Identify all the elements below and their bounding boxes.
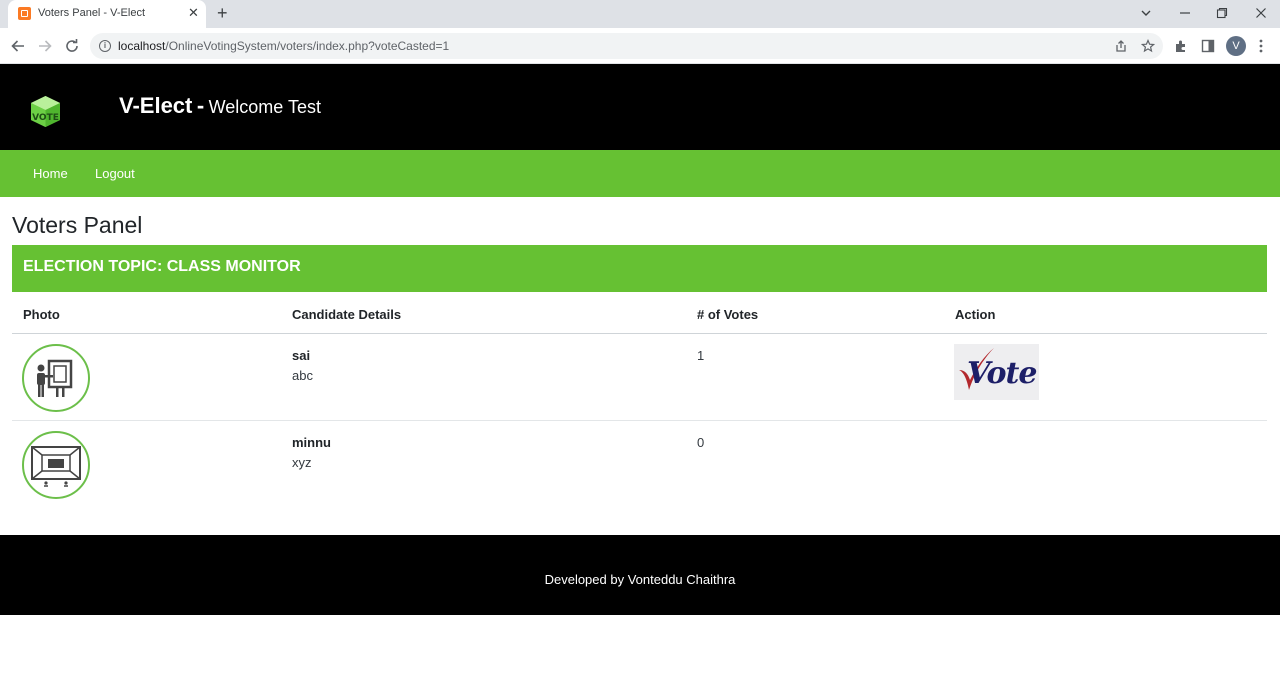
minimize-icon[interactable] xyxy=(1179,7,1191,19)
candidate-photo xyxy=(22,431,90,499)
tab-title: Voters Panel - V-Elect xyxy=(38,7,145,19)
brand-separator: - xyxy=(196,93,205,118)
main-nav: Home Logout xyxy=(0,150,1280,197)
header-votes: # of Votes xyxy=(697,307,759,322)
bookmark-star-icon[interactable] xyxy=(1141,39,1155,53)
brand-name: V-Elect xyxy=(119,93,193,118)
header-photo: Photo xyxy=(23,307,60,322)
nav-home-link[interactable]: Home xyxy=(33,166,68,181)
svg-text:VOTE: VOTE xyxy=(32,113,59,123)
presenter-icon xyxy=(37,359,73,397)
forward-icon[interactable] xyxy=(37,38,53,54)
address-bar[interactable]: i localhost/OnlineVotingSystem/voters/in… xyxy=(90,33,1163,59)
window-close-icon[interactable] xyxy=(1255,7,1267,19)
profile-avatar[interactable]: V xyxy=(1226,36,1246,56)
tab-search-icon[interactable] xyxy=(1140,7,1152,19)
url-text[interactable]: localhost/OnlineVotingSystem/voters/inde… xyxy=(118,39,449,53)
page-title: Voters Panel xyxy=(12,212,143,238)
footer-credit: Developed by Vonteddu Chaithra xyxy=(544,572,736,587)
site-info-icon[interactable]: i xyxy=(99,40,111,52)
vote-count: 1 xyxy=(697,348,705,363)
new-tab-button[interactable]: + xyxy=(217,3,228,23)
vote-logo-icon: VOTE xyxy=(31,96,60,127)
nav-logout-link[interactable]: Logout xyxy=(95,166,135,181)
header-candidate-details: Candidate Details xyxy=(292,307,402,322)
extensions-icon[interactable] xyxy=(1174,39,1188,53)
candidate-photo xyxy=(22,344,90,412)
side-panel-icon[interactable] xyxy=(1201,39,1215,53)
screen-stage-icon xyxy=(31,446,81,487)
back-icon[interactable] xyxy=(10,38,26,54)
candidate-detail: abc xyxy=(292,368,313,383)
site-header: VOTE V-Elect - Welcome Test xyxy=(0,64,1280,150)
browser-tab-strip: Voters Panel - V-Elect ✕ + xyxy=(0,0,1280,28)
share-icon[interactable] xyxy=(1114,39,1128,53)
candidate-name: minnu xyxy=(292,435,331,450)
site-footer: Developed by Vonteddu Chaithra xyxy=(0,535,1280,615)
election-topic-banner: ELECTION TOPIC: CLASS MONITOR xyxy=(12,245,1267,292)
candidate-name: sai xyxy=(292,348,311,363)
browser-tab[interactable]: Voters Panel - V-Elect ✕ xyxy=(8,0,206,28)
maximize-icon[interactable] xyxy=(1216,7,1228,19)
table-row: sai abc 1 Vote xyxy=(12,334,1267,421)
browser-toolbar: i localhost/OnlineVotingSystem/voters/in… xyxy=(0,28,1280,64)
vote-button-label: Vote xyxy=(967,356,1037,391)
candidate-detail: xyz xyxy=(292,455,312,470)
header-action: Action xyxy=(955,307,996,322)
vote-button[interactable]: Vote xyxy=(954,344,1039,400)
menu-icon[interactable] xyxy=(1256,39,1266,53)
election-topic-text: ELECTION TOPIC: CLASS MONITOR xyxy=(23,258,301,275)
favicon-icon xyxy=(18,7,31,20)
reload-icon[interactable] xyxy=(64,38,80,54)
tab-close-icon[interactable]: ✕ xyxy=(188,5,199,21)
table-row: minnu xyz 0 xyxy=(12,421,1267,508)
vote-count: 0 xyxy=(697,435,705,450)
site-brand: V-Elect - Welcome Test xyxy=(119,93,321,119)
welcome-text: Welcome Test xyxy=(208,97,321,117)
